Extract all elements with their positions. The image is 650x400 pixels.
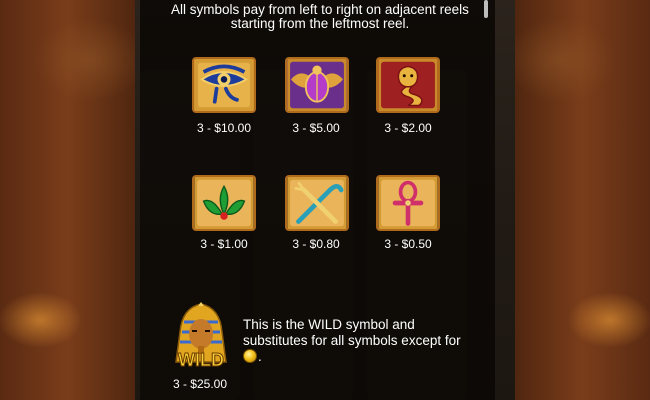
wild-description: This is the WILD symbol and substitutes … (243, 317, 473, 365)
scarab-icon (285, 57, 349, 113)
gold-coin-icon (243, 349, 257, 363)
payout-label: 3 - $2.00 (384, 121, 432, 135)
payout-label: 3 - $0.80 (292, 237, 340, 251)
payout-label: 3 - $0.50 (384, 237, 432, 251)
payout-label: 3 - $5.00 (292, 121, 340, 135)
payout-label: 3 - $1.00 (200, 237, 248, 251)
eye-of-horus-icon (192, 57, 256, 113)
game-screen: All symbols pay from left to right on ad… (0, 0, 650, 400)
wild-payout-label: 3 - $25.00 (172, 377, 228, 391)
lotus-icon (192, 175, 256, 231)
wild-description-text: This is the WILD symbol and substitutes … (243, 317, 461, 348)
paytable-intro-text: All symbols pay from left to right on ad… (171, 2, 469, 31)
payout-label: 3 - $10.00 (196, 121, 252, 135)
paytable-scrollbar[interactable] (484, 0, 488, 18)
wild-pharaoh-icon: WILD (168, 302, 234, 374)
crook-and-flail-icon (285, 175, 349, 231)
ankh-icon (376, 175, 440, 231)
wild-description-end: . (258, 349, 262, 364)
svg-text:WILD: WILD (178, 350, 224, 370)
cobra-icon (376, 57, 440, 113)
